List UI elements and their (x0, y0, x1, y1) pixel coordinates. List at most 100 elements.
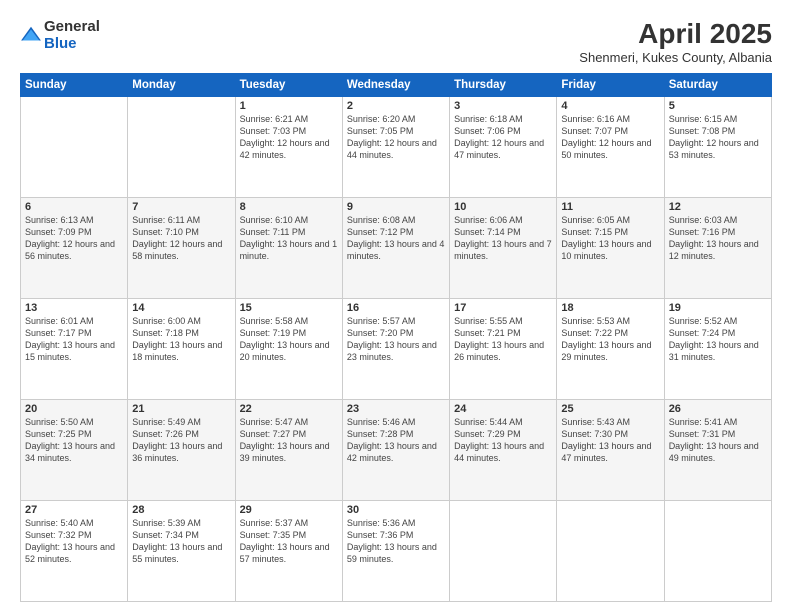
day-info: Sunrise: 6:00 AM Sunset: 7:18 PM Dayligh… (132, 315, 230, 364)
logo: General Blue (20, 18, 100, 52)
day-info: Sunrise: 6:20 AM Sunset: 7:05 PM Dayligh… (347, 113, 445, 162)
day-number: 14 (132, 302, 230, 314)
day-number: 11 (561, 201, 659, 213)
col-saturday: Saturday (664, 74, 771, 97)
day-info: Sunrise: 5:44 AM Sunset: 7:29 PM Dayligh… (454, 416, 552, 465)
day-info: Sunrise: 5:58 AM Sunset: 7:19 PM Dayligh… (240, 315, 338, 364)
table-row (557, 501, 664, 602)
header: General Blue April 2025 Shenmeri, Kukes … (20, 18, 772, 65)
day-number: 16 (347, 302, 445, 314)
month-title: April 2025 (579, 18, 772, 50)
page: General Blue April 2025 Shenmeri, Kukes … (0, 0, 792, 612)
table-row: 21Sunrise: 5:49 AM Sunset: 7:26 PM Dayli… (128, 400, 235, 501)
day-number: 29 (240, 504, 338, 516)
day-number: 17 (454, 302, 552, 314)
table-row: 22Sunrise: 5:47 AM Sunset: 7:27 PM Dayli… (235, 400, 342, 501)
calendar-table: Sunday Monday Tuesday Wednesday Thursday… (20, 73, 772, 602)
day-info: Sunrise: 6:21 AM Sunset: 7:03 PM Dayligh… (240, 113, 338, 162)
day-info: Sunrise: 5:39 AM Sunset: 7:34 PM Dayligh… (132, 517, 230, 566)
col-wednesday: Wednesday (342, 74, 449, 97)
day-number: 22 (240, 403, 338, 415)
table-row: 5Sunrise: 6:15 AM Sunset: 7:08 PM Daylig… (664, 97, 771, 198)
col-thursday: Thursday (450, 74, 557, 97)
day-info: Sunrise: 5:41 AM Sunset: 7:31 PM Dayligh… (669, 416, 767, 465)
day-number: 2 (347, 100, 445, 112)
day-info: Sunrise: 6:11 AM Sunset: 7:10 PM Dayligh… (132, 214, 230, 263)
col-tuesday: Tuesday (235, 74, 342, 97)
table-row: 11Sunrise: 6:05 AM Sunset: 7:15 PM Dayli… (557, 198, 664, 299)
day-number: 20 (25, 403, 123, 415)
table-row: 25Sunrise: 5:43 AM Sunset: 7:30 PM Dayli… (557, 400, 664, 501)
title-block: April 2025 Shenmeri, Kukes County, Alban… (579, 18, 772, 65)
table-row: 17Sunrise: 5:55 AM Sunset: 7:21 PM Dayli… (450, 299, 557, 400)
table-row: 28Sunrise: 5:39 AM Sunset: 7:34 PM Dayli… (128, 501, 235, 602)
calendar-week-1: 1Sunrise: 6:21 AM Sunset: 7:03 PM Daylig… (21, 97, 772, 198)
day-info: Sunrise: 6:16 AM Sunset: 7:07 PM Dayligh… (561, 113, 659, 162)
table-row: 30Sunrise: 5:36 AM Sunset: 7:36 PM Dayli… (342, 501, 449, 602)
table-row: 7Sunrise: 6:11 AM Sunset: 7:10 PM Daylig… (128, 198, 235, 299)
day-info: Sunrise: 6:13 AM Sunset: 7:09 PM Dayligh… (25, 214, 123, 263)
logo-general: General (44, 18, 100, 35)
table-row: 26Sunrise: 5:41 AM Sunset: 7:31 PM Dayli… (664, 400, 771, 501)
day-number: 18 (561, 302, 659, 314)
day-info: Sunrise: 6:10 AM Sunset: 7:11 PM Dayligh… (240, 214, 338, 263)
logo-icon (20, 24, 42, 46)
table-row: 15Sunrise: 5:58 AM Sunset: 7:19 PM Dayli… (235, 299, 342, 400)
day-info: Sunrise: 5:55 AM Sunset: 7:21 PM Dayligh… (454, 315, 552, 364)
day-number: 26 (669, 403, 767, 415)
table-row: 18Sunrise: 5:53 AM Sunset: 7:22 PM Dayli… (557, 299, 664, 400)
calendar-week-4: 20Sunrise: 5:50 AM Sunset: 7:25 PM Dayli… (21, 400, 772, 501)
day-number: 23 (347, 403, 445, 415)
day-info: Sunrise: 5:43 AM Sunset: 7:30 PM Dayligh… (561, 416, 659, 465)
day-number: 9 (347, 201, 445, 213)
col-monday: Monday (128, 74, 235, 97)
day-info: Sunrise: 6:01 AM Sunset: 7:17 PM Dayligh… (25, 315, 123, 364)
table-row: 3Sunrise: 6:18 AM Sunset: 7:06 PM Daylig… (450, 97, 557, 198)
table-row: 29Sunrise: 5:37 AM Sunset: 7:35 PM Dayli… (235, 501, 342, 602)
day-info: Sunrise: 5:37 AM Sunset: 7:35 PM Dayligh… (240, 517, 338, 566)
day-info: Sunrise: 5:40 AM Sunset: 7:32 PM Dayligh… (25, 517, 123, 566)
day-number: 10 (454, 201, 552, 213)
table-row: 10Sunrise: 6:06 AM Sunset: 7:14 PM Dayli… (450, 198, 557, 299)
day-number: 25 (561, 403, 659, 415)
day-number: 27 (25, 504, 123, 516)
day-number: 13 (25, 302, 123, 314)
table-row: 19Sunrise: 5:52 AM Sunset: 7:24 PM Dayli… (664, 299, 771, 400)
table-row: 8Sunrise: 6:10 AM Sunset: 7:11 PM Daylig… (235, 198, 342, 299)
table-row (128, 97, 235, 198)
day-info: Sunrise: 5:57 AM Sunset: 7:20 PM Dayligh… (347, 315, 445, 364)
day-number: 28 (132, 504, 230, 516)
day-info: Sunrise: 5:47 AM Sunset: 7:27 PM Dayligh… (240, 416, 338, 465)
table-row: 13Sunrise: 6:01 AM Sunset: 7:17 PM Dayli… (21, 299, 128, 400)
table-row: 6Sunrise: 6:13 AM Sunset: 7:09 PM Daylig… (21, 198, 128, 299)
col-sunday: Sunday (21, 74, 128, 97)
day-number: 1 (240, 100, 338, 112)
col-friday: Friday (557, 74, 664, 97)
day-number: 8 (240, 201, 338, 213)
table-row: 27Sunrise: 5:40 AM Sunset: 7:32 PM Dayli… (21, 501, 128, 602)
table-row (21, 97, 128, 198)
day-info: Sunrise: 6:06 AM Sunset: 7:14 PM Dayligh… (454, 214, 552, 263)
day-info: Sunrise: 5:46 AM Sunset: 7:28 PM Dayligh… (347, 416, 445, 465)
day-number: 24 (454, 403, 552, 415)
table-row: 2Sunrise: 6:20 AM Sunset: 7:05 PM Daylig… (342, 97, 449, 198)
calendar-week-3: 13Sunrise: 6:01 AM Sunset: 7:17 PM Dayli… (21, 299, 772, 400)
day-number: 15 (240, 302, 338, 314)
day-number: 5 (669, 100, 767, 112)
day-info: Sunrise: 5:52 AM Sunset: 7:24 PM Dayligh… (669, 315, 767, 364)
logo-text: General Blue (44, 18, 100, 52)
day-number: 4 (561, 100, 659, 112)
day-number: 30 (347, 504, 445, 516)
table-row: 14Sunrise: 6:00 AM Sunset: 7:18 PM Dayli… (128, 299, 235, 400)
day-info: Sunrise: 6:08 AM Sunset: 7:12 PM Dayligh… (347, 214, 445, 263)
day-number: 19 (669, 302, 767, 314)
day-number: 6 (25, 201, 123, 213)
table-row: 24Sunrise: 5:44 AM Sunset: 7:29 PM Dayli… (450, 400, 557, 501)
day-number: 7 (132, 201, 230, 213)
day-info: Sunrise: 5:53 AM Sunset: 7:22 PM Dayligh… (561, 315, 659, 364)
calendar-week-5: 27Sunrise: 5:40 AM Sunset: 7:32 PM Dayli… (21, 501, 772, 602)
table-row: 16Sunrise: 5:57 AM Sunset: 7:20 PM Dayli… (342, 299, 449, 400)
logo-blue: Blue (44, 35, 77, 52)
table-row: 4Sunrise: 6:16 AM Sunset: 7:07 PM Daylig… (557, 97, 664, 198)
table-row: 23Sunrise: 5:46 AM Sunset: 7:28 PM Dayli… (342, 400, 449, 501)
